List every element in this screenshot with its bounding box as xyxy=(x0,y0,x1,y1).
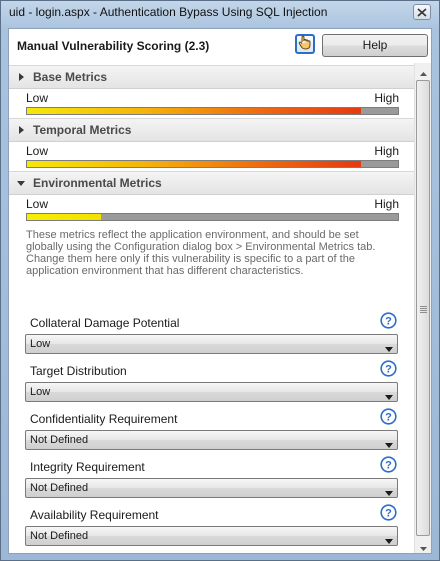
integrity-requirement-select[interactable]: Not Defined xyxy=(25,478,398,498)
select-value: Low xyxy=(30,386,51,398)
triangle-right-icon xyxy=(17,126,25,134)
metrics-panel: Base Metrics Low High Temporal Metrics L… xyxy=(9,65,414,553)
chevron-down-icon xyxy=(385,437,393,451)
environmental-note: These metrics reflect the application en… xyxy=(26,229,376,277)
pointer-tool-button[interactable] xyxy=(295,34,315,54)
section-label: Base Metrics xyxy=(33,70,108,84)
availability-requirement-select[interactable]: Not Defined xyxy=(25,526,398,546)
page-title: Manual Vulnerability Scoring (2.3) xyxy=(17,39,210,53)
svg-text:?: ? xyxy=(385,508,392,520)
title-bar[interactable]: uid - login.aspx - Authentication Bypass… xyxy=(1,1,439,25)
dialog-header: Manual Vulnerability Scoring (2.3) Help xyxy=(9,29,431,63)
score-bar xyxy=(26,213,399,221)
score-bar-fill xyxy=(27,108,361,114)
collateral-damage-potential-select[interactable]: Low xyxy=(25,334,398,354)
chevron-down-icon xyxy=(385,389,393,403)
scroll-up-button[interactable] xyxy=(415,63,431,80)
field-collateral-damage-potential: Collateral Damage Potential ? Low xyxy=(9,312,414,360)
section-label: Environmental Metrics xyxy=(33,176,162,190)
question-circle-icon[interactable]: ? xyxy=(380,312,397,329)
environmental-metrics-meter: Low High xyxy=(9,195,414,224)
triangle-down-icon xyxy=(17,179,25,187)
chevron-down-icon xyxy=(385,533,393,547)
question-circle-icon[interactable]: ? xyxy=(380,456,397,473)
dialog-client: Manual Vulnerability Scoring (2.3) Help … xyxy=(8,28,432,554)
close-icon xyxy=(417,7,427,17)
select-value: Low xyxy=(30,338,51,350)
window-title: uid - login.aspx - Authentication Bypass… xyxy=(9,5,328,19)
chevron-up-icon xyxy=(419,65,427,79)
target-distribution-select[interactable]: Low xyxy=(25,382,398,402)
scroll-down-button[interactable] xyxy=(415,538,431,554)
hand-pointer-icon xyxy=(298,35,312,53)
svg-text:?: ? xyxy=(385,316,392,328)
meter-low-label: Low xyxy=(26,144,49,158)
score-bar-fill xyxy=(27,161,361,167)
svg-text:?: ? xyxy=(385,364,392,376)
question-circle-icon[interactable]: ? xyxy=(380,360,397,377)
section-label: Temporal Metrics xyxy=(33,123,132,137)
score-bar xyxy=(26,160,399,168)
svg-text:?: ? xyxy=(385,460,392,472)
close-button[interactable] xyxy=(413,4,431,20)
grip-icon xyxy=(420,306,427,314)
svg-text:?: ? xyxy=(385,412,392,424)
field-label: Collateral Damage Potential xyxy=(30,316,180,330)
temporal-metrics-meter: Low High xyxy=(9,142,414,171)
vertical-scrollbar[interactable] xyxy=(414,63,431,554)
score-bar-fill xyxy=(27,214,102,220)
help-button[interactable]: Help xyxy=(322,34,428,57)
field-label: Confidentiality Requirement xyxy=(30,412,178,426)
field-availability-requirement: Availability Requirement ? Not Defined xyxy=(9,504,414,552)
confidentiality-requirement-select[interactable]: Not Defined xyxy=(25,430,398,450)
meter-low-label: Low xyxy=(26,91,49,105)
meter-low-label: Low xyxy=(26,197,49,211)
meter-high-label: High xyxy=(374,144,399,158)
section-header-environmental-metrics[interactable]: Environmental Metrics xyxy=(9,171,414,195)
question-circle-icon[interactable]: ? xyxy=(380,408,397,425)
section-header-temporal-metrics[interactable]: Temporal Metrics xyxy=(9,118,414,142)
dialog-window: uid - login.aspx - Authentication Bypass… xyxy=(0,0,440,561)
chevron-down-icon xyxy=(385,341,393,355)
meter-high-label: High xyxy=(374,197,399,211)
field-confidentiality-requirement: Confidentiality Requirement ? Not Define… xyxy=(9,408,414,456)
question-circle-icon[interactable]: ? xyxy=(380,504,397,521)
select-value: Not Defined xyxy=(30,434,89,446)
select-value: Not Defined xyxy=(30,530,89,542)
field-integrity-requirement: Integrity Requirement ? Not Defined xyxy=(9,456,414,504)
chevron-down-icon xyxy=(385,485,393,499)
scrollbar-thumb[interactable] xyxy=(416,80,430,536)
section-header-base-metrics[interactable]: Base Metrics xyxy=(9,65,414,89)
field-target-distribution: Target Distribution ? Low xyxy=(9,360,414,408)
chevron-down-icon xyxy=(419,540,427,554)
select-value: Not Defined xyxy=(30,482,89,494)
score-bar xyxy=(26,107,399,115)
field-label: Integrity Requirement xyxy=(30,460,145,474)
field-label: Target Distribution xyxy=(30,364,127,378)
field-label: Availability Requirement xyxy=(30,508,159,522)
meter-high-label: High xyxy=(374,91,399,105)
base-metrics-meter: Low High xyxy=(9,89,414,118)
triangle-right-icon xyxy=(17,73,25,81)
